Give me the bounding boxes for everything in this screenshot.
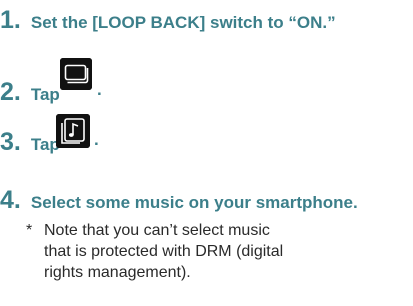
- step-3: 3. Tap: [0, 128, 60, 157]
- drm-note: * Note that you can’t select music that …: [10, 220, 410, 283]
- step-3-period: .: [94, 130, 99, 149]
- screens-icon-graphic: [60, 58, 92, 90]
- step-4-number: 4.: [0, 186, 21, 214]
- step-1-number: 1.: [0, 6, 21, 34]
- step-3-number: 3.: [0, 128, 21, 156]
- step-2-period: .: [97, 80, 102, 99]
- step-2: 2. Tap: [0, 78, 60, 107]
- music-note-icon: [56, 114, 90, 148]
- screens-icon: [60, 58, 92, 90]
- step-2-text: Tap: [30, 85, 60, 104]
- step-1-text: Set the [LOOP BACK] switch to “ON.”: [30, 13, 336, 32]
- step-4: 4. Select some music on your smartphone.: [0, 186, 358, 215]
- music-note-icon-graphic: [56, 114, 90, 148]
- step-4-text: Select some music on your smartphone.: [30, 193, 358, 212]
- note-marker: *: [26, 222, 33, 239]
- step-2-number: 2.: [0, 78, 21, 106]
- step-1: 1. Set the [LOOP BACK] switch to “ON.”: [0, 6, 336, 35]
- note-text: Note that you can’t select music that is…: [44, 222, 284, 281]
